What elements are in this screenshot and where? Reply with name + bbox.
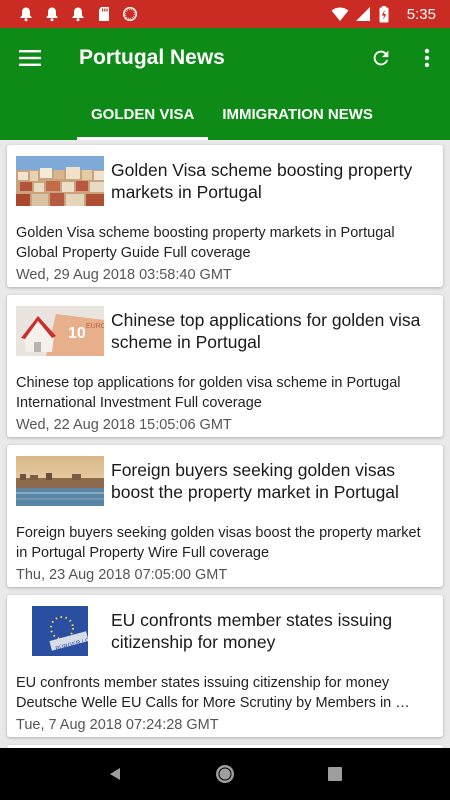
status-bar: 5:35 xyxy=(0,0,450,28)
eu-passport-thumbnail: BÜRGER / CITI xyxy=(16,606,104,656)
more-vert-icon[interactable] xyxy=(404,28,450,88)
tab-golden-visa[interactable]: GOLDEN VISA xyxy=(77,88,209,140)
river-city-sunset-thumbnail xyxy=(16,456,104,506)
town-cityscape-thumbnail xyxy=(16,156,104,206)
article-date: Wed, 22 Aug 2018 15:05:06 GMT xyxy=(16,417,232,433)
tab-immigration-news[interactable]: IMMIGRATION NEWS xyxy=(208,88,387,140)
alarm-bell-icon xyxy=(70,6,86,22)
article-summary: EU confronts member states issuing citiz… xyxy=(16,675,390,691)
signal-icon xyxy=(355,6,371,22)
article-summary: Golden Visa scheme boosting property mar… xyxy=(16,225,395,241)
house-on-euro-note-thumbnail: 10 EURO xyxy=(16,306,104,356)
article-title[interactable]: Foreign buyers seeking golden visas boos… xyxy=(111,459,434,503)
article-title[interactable]: EU confronts member states issuing citiz… xyxy=(111,609,434,653)
article-date: Tue, 7 Aug 2018 07:24:28 GMT xyxy=(16,717,219,733)
tab-bar: GOLDEN VISA IMMIGRATION NEWS xyxy=(0,88,450,140)
article-date: Thu, 23 Aug 2018 07:05:00 GMT xyxy=(16,567,228,583)
article-summary: Chinese top applications for golden visa… xyxy=(16,375,401,391)
news-card[interactable]: Golden Visa scheme boosting property mar… xyxy=(7,145,443,287)
refresh-icon[interactable] xyxy=(358,28,404,88)
record-icon xyxy=(122,6,138,22)
recents-square-icon[interactable] xyxy=(311,750,359,798)
svg-text:10: 10 xyxy=(68,325,86,342)
hamburger-menu-icon[interactable] xyxy=(0,28,60,88)
battery-charging-icon xyxy=(379,6,395,23)
news-card[interactable]: 10 EURO Chinese top applications for gol… xyxy=(7,295,443,437)
home-circle-icon[interactable] xyxy=(201,750,249,798)
wifi-icon xyxy=(331,6,349,22)
news-card[interactable]: BÜRGER / CITI EU confronts member states… xyxy=(7,595,443,737)
news-list[interactable]: Golden Visa scheme boosting property mar… xyxy=(0,140,450,748)
alarm-bell-icon xyxy=(44,6,60,22)
article-title[interactable]: Chinese top applications for golden visa… xyxy=(111,309,434,353)
article-source[interactable]: Global Property Guide Full coverage xyxy=(16,243,434,263)
article-date: Wed, 29 Aug 2018 03:58:40 GMT xyxy=(16,267,232,283)
app-bar: Portugal News xyxy=(0,28,450,88)
article-source[interactable]: Deutsche Welle EU Calls for More Scrutin… xyxy=(16,693,434,713)
article-title[interactable]: Golden Visa scheme boosting property mar… xyxy=(111,159,434,203)
status-time: 5:35 xyxy=(406,5,436,23)
article-source[interactable]: International Investment Full coverage xyxy=(16,393,434,413)
alarm-bell-icon xyxy=(18,6,34,22)
sd-card-icon xyxy=(96,6,112,22)
svg-text:EURO: EURO xyxy=(86,323,104,330)
back-triangle-icon[interactable] xyxy=(91,750,139,798)
article-summary[interactable]: Foreign buyers seeking golden visas boos… xyxy=(16,523,434,563)
system-nav-bar xyxy=(0,748,450,800)
news-card[interactable]: Foreign buyers seeking golden visas boos… xyxy=(7,445,443,587)
page-title: Portugal News xyxy=(79,46,225,69)
